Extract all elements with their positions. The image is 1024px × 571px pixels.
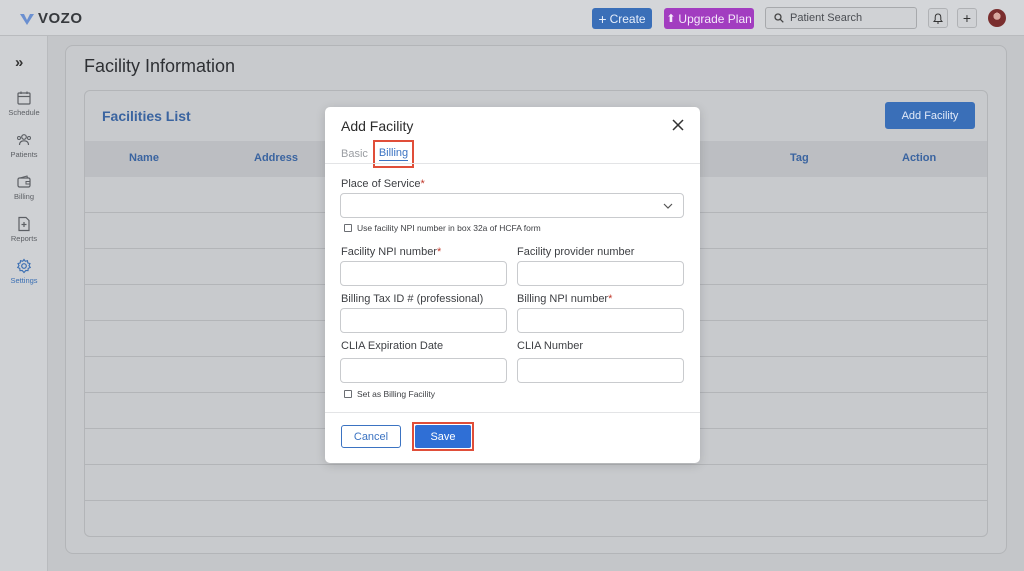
sidebar-item-reports[interactable]: Reports — [0, 216, 48, 243]
tabs-divider — [325, 163, 700, 164]
chevron-down-icon — [663, 203, 673, 209]
sidebar-item-label: Billing — [13, 192, 34, 201]
add-facility-button[interactable]: Add Facility — [885, 102, 975, 129]
facility-provider-field[interactable] — [517, 261, 684, 286]
facility-provider-label: Facility provider number — [517, 246, 635, 258]
npi-box-checkbox[interactable] — [344, 224, 352, 232]
billing-tax-id-field[interactable] — [340, 308, 507, 333]
sidebar: » Schedule Patients Billing Reports Sett… — [0, 36, 48, 571]
table-row — [85, 464, 987, 465]
sidebar-item-label: Schedule — [8, 108, 40, 117]
npi-box-checkbox-label: Use facility NPI number in box 32a of HC… — [357, 223, 541, 233]
cancel-button[interactable]: Cancel — [341, 425, 401, 448]
facility-npi-label: Facility NPI number* — [341, 246, 441, 258]
add-facility-modal: Add Facility Basic Billing Place of Serv… — [325, 107, 700, 463]
column-header-tag[interactable]: Tag — [790, 152, 809, 164]
plus-icon: + — [598, 10, 607, 27]
facilities-list-title: Facilities List — [102, 108, 191, 124]
save-button-highlight: Save — [412, 422, 474, 451]
billing-npi-label: Billing NPI number* — [517, 293, 612, 305]
clia-expiration-label: CLIA Expiration Date — [341, 340, 444, 352]
add-button[interactable]: + — [957, 8, 977, 28]
required-mark: * — [420, 178, 425, 190]
table-row — [85, 500, 987, 501]
sidebar-item-schedule[interactable]: Schedule — [0, 90, 48, 117]
billing-npi-field[interactable] — [517, 308, 684, 333]
page-title: Facility Information — [84, 56, 236, 76]
facility-npi-field[interactable] — [340, 261, 507, 286]
place-of-service-select[interactable] — [340, 193, 684, 218]
app-logo[interactable]: VOZO — [19, 10, 83, 27]
clia-number-label: CLIA Number — [517, 340, 584, 352]
create-button[interactable]: + Create — [592, 8, 652, 29]
plus-icon: + — [962, 10, 972, 26]
column-header-address[interactable]: Address — [254, 152, 298, 164]
calendar-icon — [17, 91, 31, 105]
npi-box-checkbox-row[interactable]: Use facility NPI number in box 32a of HC… — [344, 223, 541, 233]
bell-icon — [933, 12, 943, 23]
upgrade-label: Upgrade Plan — [678, 11, 752, 26]
top-bar: VOZO + Create ⬆ Upgrade Plan Patient Sea… — [0, 0, 1024, 36]
required-mark: * — [608, 293, 613, 305]
sidebar-item-label: Reports — [10, 234, 38, 243]
patient-search-input[interactable]: Patient Search — [765, 7, 917, 29]
required-mark: * — [436, 246, 442, 258]
sidebar-item-billing[interactable]: Billing — [0, 174, 48, 201]
close-icon[interactable] — [671, 118, 685, 132]
sidebar-item-patients[interactable]: Patients — [0, 132, 48, 159]
tab-billing-label: Billing — [378, 147, 409, 161]
users-icon — [17, 134, 31, 146]
notifications-button[interactable] — [928, 8, 948, 28]
modal-footer-divider — [325, 412, 700, 413]
clia-number-field[interactable] — [517, 358, 684, 383]
place-of-service-label-text: Place of Service — [341, 178, 421, 190]
billing-facility-checkbox[interactable] — [344, 390, 352, 398]
search-icon — [774, 13, 784, 23]
billing-facility-checkbox-label: Set as Billing Facility — [357, 389, 435, 399]
wallet-icon — [17, 175, 31, 188]
vozo-logo-icon — [20, 13, 34, 25]
avatar[interactable] — [988, 9, 1006, 27]
clia-expiration-field[interactable] — [340, 358, 507, 383]
billing-facility-checkbox-row[interactable]: Set as Billing Facility — [344, 389, 435, 399]
facility-npi-label-text: Facility NPI number — [341, 246, 437, 258]
column-header-name[interactable]: Name — [129, 152, 159, 164]
tab-basic[interactable]: Basic — [341, 148, 368, 160]
billing-tax-id-label: Billing Tax ID # (professional) — [341, 293, 484, 305]
report-icon — [18, 216, 30, 232]
upgrade-plan-button[interactable]: ⬆ Upgrade Plan — [664, 8, 754, 29]
search-placeholder: Patient Search — [790, 12, 863, 24]
place-of-service-label: Place of Service* — [341, 178, 425, 190]
arrow-up-icon: ⬆ — [666, 13, 676, 25]
save-button[interactable]: Save — [415, 425, 471, 448]
sidebar-item-label: Settings — [10, 276, 38, 285]
app-name: VOZO — [38, 10, 83, 27]
modal-title: Add Facility — [341, 118, 414, 134]
sidebar-expand-icon[interactable]: » — [15, 54, 23, 71]
gear-icon — [16, 258, 32, 274]
create-label: Create — [609, 11, 646, 26]
sidebar-item-settings[interactable]: Settings — [0, 258, 48, 285]
billing-npi-label-text: Billing NPI number — [517, 293, 609, 305]
column-header-action: Action — [902, 152, 937, 164]
sidebar-item-label: Patients — [10, 150, 38, 159]
